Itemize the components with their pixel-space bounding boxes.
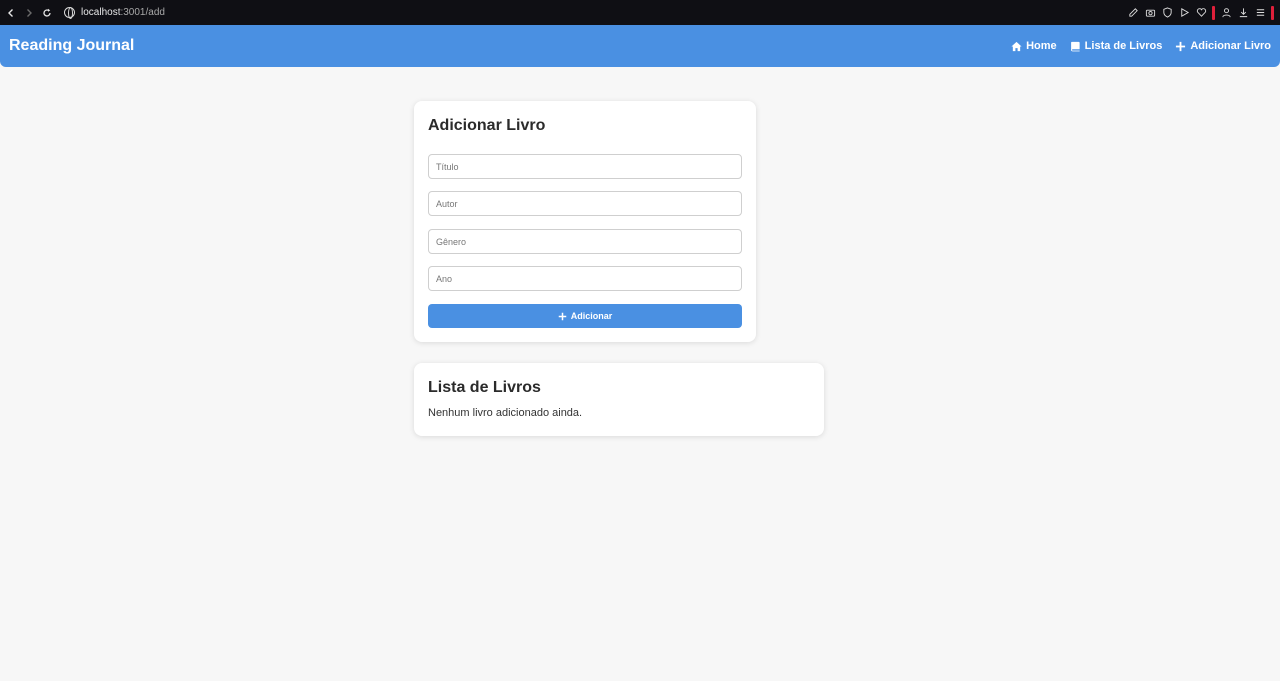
recording-indicator-icon	[1212, 5, 1215, 20]
back-icon[interactable]	[2, 0, 20, 25]
year-input[interactable]	[428, 266, 742, 291]
nav-link-label: Home	[1026, 40, 1057, 52]
home-icon	[1011, 41, 1022, 51]
app-navbar: Reading Journal Home Lista de Livros Adi…	[0, 25, 1280, 67]
address-bar[interactable]: localhost:3001/add	[64, 7, 165, 19]
heart-icon[interactable]	[1195, 7, 1207, 19]
globe-icon	[64, 7, 75, 19]
edit-icon[interactable]	[1127, 7, 1139, 19]
brand-title[interactable]: Reading Journal	[9, 37, 134, 55]
book-list-card: Lista de Livros Nenhum livro adicionado …	[414, 363, 824, 436]
browser-nav	[2, 0, 56, 25]
shield-icon[interactable]	[1161, 7, 1173, 19]
plus-icon	[558, 312, 566, 320]
sidebar-indicator-icon	[1271, 5, 1274, 20]
plus-icon	[1176, 41, 1186, 51]
browser-toolbar: localhost:3001/add	[0, 0, 1280, 25]
reload-icon[interactable]	[38, 0, 56, 25]
play-icon[interactable]	[1178, 7, 1190, 19]
download-icon[interactable]	[1237, 7, 1249, 19]
nav-link-label: Lista de Livros	[1084, 40, 1163, 52]
nav-link-add-book[interactable]: Adicionar Livro	[1175, 40, 1271, 52]
book-icon	[1070, 41, 1080, 51]
book-list-title: Lista de Livros	[428, 379, 541, 396]
add-button-label: Adicionar	[570, 311, 613, 321]
author-input[interactable]	[428, 191, 742, 216]
camera-icon[interactable]	[1144, 7, 1156, 19]
nav-link-label: Adicionar Livro	[1190, 40, 1271, 52]
add-book-card: Adicionar Livro Adicionar	[414, 101, 756, 342]
nav-link-book-list[interactable]: Lista de Livros	[1070, 40, 1163, 52]
profile-icon[interactable]	[1220, 7, 1232, 19]
add-button[interactable]: Adicionar	[428, 304, 742, 328]
menu-icon[interactable]	[1254, 7, 1266, 19]
title-input[interactable]	[428, 154, 742, 179]
browser-extension-icons	[1127, 0, 1274, 25]
nav-link-home[interactable]: Home	[1011, 40, 1057, 52]
empty-list-message: Nenhum livro adicionado ainda.	[428, 407, 583, 419]
add-book-title: Adicionar Livro	[428, 117, 546, 134]
forward-icon[interactable]	[20, 0, 38, 25]
address-url: localhost:3001/add	[81, 7, 165, 18]
genre-input[interactable]	[428, 229, 742, 254]
nav-links: Home Lista de Livros Adicionar Livro	[1011, 40, 1271, 52]
